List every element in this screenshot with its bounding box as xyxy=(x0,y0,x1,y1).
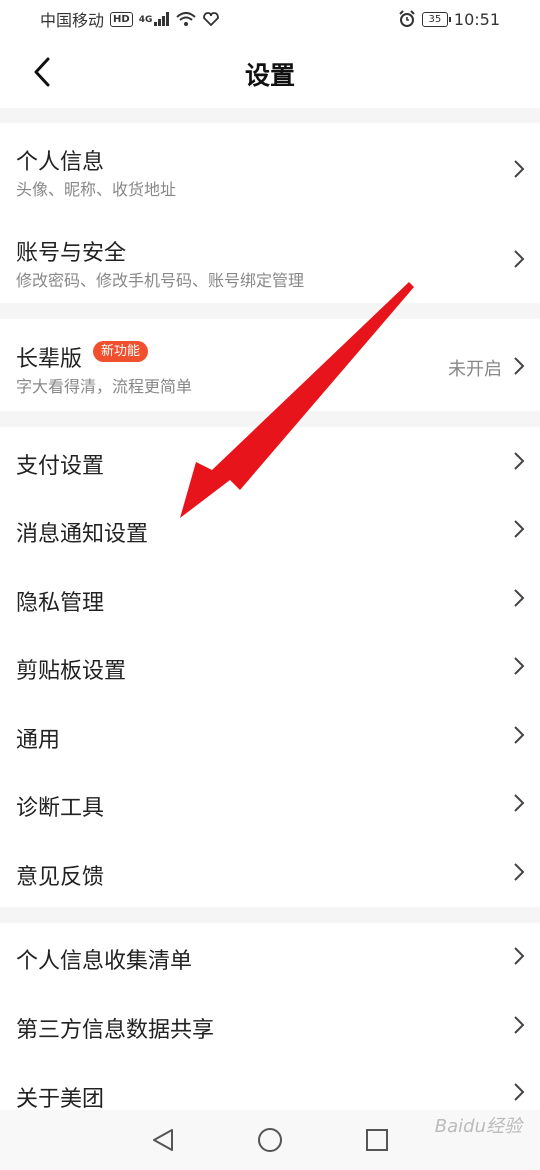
settings-item-payment[interactable]: 支付设置 xyxy=(0,427,540,495)
square-recents-icon[interactable] xyxy=(364,1127,390,1153)
section-about: 个人信息收集清单 第三方信息数据共享 关于美团 xyxy=(0,923,540,1112)
chevron-right-icon xyxy=(514,589,525,607)
item-subtitle: 头像、昵称、收货地址 xyxy=(16,180,177,199)
item-title: 剪贴板设置 xyxy=(16,659,127,684)
settings-item-info-collection[interactable]: 个人信息收集清单 xyxy=(0,923,540,991)
status-right: 35 10:51 xyxy=(398,10,500,29)
item-title: 支付设置 xyxy=(16,454,105,479)
chevron-right-icon xyxy=(514,452,525,470)
chevron-right-icon xyxy=(514,863,525,881)
settings-item-general[interactable]: 通用 xyxy=(0,701,540,769)
section-general: 支付设置 消息通知设置 隐私管理 剪贴板设置 通用 诊断工具 意见反馈 xyxy=(0,427,540,907)
settings-item-elder-mode[interactable]: 长辈版 新功能 字大看得清，流程更简单 未开启 xyxy=(0,319,540,411)
carrier-label: 中国移动 xyxy=(40,11,105,30)
chevron-right-icon xyxy=(514,357,525,375)
battery-icon: 35 xyxy=(421,11,451,27)
chevron-right-icon xyxy=(514,1083,525,1101)
settings-item-privacy[interactable]: 隐私管理 xyxy=(0,564,540,632)
new-feature-badge: 新功能 xyxy=(93,341,149,362)
chevron-right-icon xyxy=(514,160,525,178)
item-title: 第三方信息数据共享 xyxy=(16,1018,215,1043)
section-elder-mode: 长辈版 新功能 字大看得清，流程更简单 未开启 xyxy=(0,319,540,411)
network-label: 4G xyxy=(138,15,153,25)
watermark: Baidu经验 xyxy=(434,1116,522,1137)
settings-item-about[interactable]: 关于美团 xyxy=(0,1060,540,1112)
item-title: 诊断工具 xyxy=(16,796,105,821)
clock-time: 10:51 xyxy=(453,9,500,29)
chevron-right-icon xyxy=(514,1016,525,1034)
settings-item-diagnostics[interactable]: 诊断工具 xyxy=(0,769,540,838)
item-title: 消息通知设置 xyxy=(16,522,149,547)
item-title: 长辈版 xyxy=(16,347,83,372)
item-title: 个人信息 xyxy=(16,150,105,175)
section-profile: 个人信息 头像、昵称、收货地址 账号与安全 修改密码、修改手机号码、账号绑定管理 xyxy=(0,123,540,303)
top-nav-bar: 设置 xyxy=(0,38,540,108)
settings-item-clipboard[interactable]: 剪贴板设置 xyxy=(0,632,540,701)
item-title: 通用 xyxy=(16,728,61,753)
settings-item-third-party-sharing[interactable]: 第三方信息数据共享 xyxy=(0,991,540,1060)
triangle-back-icon[interactable] xyxy=(150,1127,176,1153)
signal-icon xyxy=(154,12,170,26)
item-title: 关于美团 xyxy=(16,1087,105,1112)
wifi-icon xyxy=(176,12,197,26)
chevron-right-icon xyxy=(514,657,525,675)
battery-level: 35 xyxy=(428,13,442,25)
hd-badge: HD xyxy=(110,11,133,27)
circle-home-icon[interactable] xyxy=(257,1127,283,1153)
status-bar: 中国移动 HD 4G 35 10:51 xyxy=(0,0,540,38)
item-title: 意见反馈 xyxy=(16,865,105,890)
chevron-right-icon xyxy=(514,794,525,812)
item-title: 账号与安全 xyxy=(16,241,127,266)
chevron-right-icon xyxy=(514,250,525,268)
item-value: 未开启 xyxy=(448,359,502,380)
item-subtitle: 修改密码、修改手机号码、账号绑定管理 xyxy=(16,271,305,290)
status-left: 中国移动 HD 4G xyxy=(40,7,220,31)
settings-item-notifications[interactable]: 消息通知设置 xyxy=(0,495,540,564)
settings-item-personal-info[interactable]: 个人信息 头像、昵称、收货地址 xyxy=(0,123,540,215)
item-subtitle: 字大看得清，流程更简单 xyxy=(16,377,193,396)
item-title: 隐私管理 xyxy=(16,591,105,616)
chevron-right-icon xyxy=(514,726,525,744)
alarm-icon xyxy=(399,10,415,27)
page-title: 设置 xyxy=(244,61,295,90)
data-saver-icon xyxy=(203,12,220,26)
chevron-right-icon xyxy=(514,520,525,538)
settings-item-account-security[interactable]: 账号与安全 修改密码、修改手机号码、账号绑定管理 xyxy=(0,215,540,303)
settings-item-feedback[interactable]: 意见反馈 xyxy=(0,838,540,907)
item-title: 个人信息收集清单 xyxy=(16,949,193,974)
chevron-right-icon xyxy=(514,947,525,965)
